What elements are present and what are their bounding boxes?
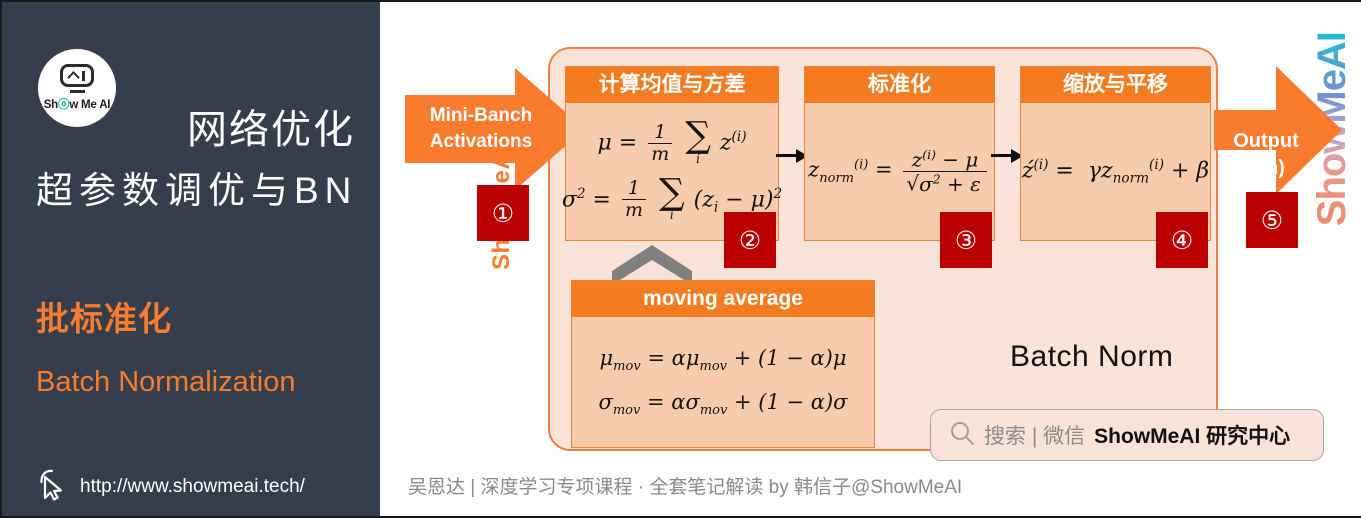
sidebar: Shⓞw Me AI 网络优化 超参数调优与BN 批标准化 Batch Norm… <box>2 2 380 516</box>
sidebar-title-secondary: 超参数调优与BN <box>36 170 358 211</box>
logo-wordmark: Shⓞw Me AI <box>44 96 111 112</box>
search-placeholder-text: 搜索 | 微信 <box>984 425 1086 448</box>
step-box-moving-average: moving average μmov = αμmov + (1 − α)μ σ… <box>571 280 875 448</box>
formula-mean: μ = 1m ∑ i z(i) <box>597 114 747 166</box>
batch-norm-label: Batch Norm <box>1010 340 1174 373</box>
sidebar-topic-chinese: 批标准化 <box>36 300 172 337</box>
step-header-compute-mean-variance: 计算均值与方差 <box>566 67 778 103</box>
output-arrow-label: Output (bn) <box>1220 128 1312 182</box>
robot-eye-chevron-icon <box>67 70 80 84</box>
step-header-normalize: 标准化 <box>805 67 994 103</box>
search-brand-text: ShowMeAI 研究中心 <box>1094 425 1291 448</box>
output-arrow-label-line2: (bn) <box>1247 157 1285 179</box>
output-arrow-label-line1: Output <box>1233 130 1299 152</box>
formula-moving-mean: μmov = αμmov + (1 − α)μ <box>599 345 847 374</box>
robot-mouth-icon <box>69 90 85 93</box>
robot-face-icon <box>60 64 94 87</box>
formula-normalize: znorm(i) = z(i) − μ √σ2 + ε <box>808 148 991 196</box>
formula-moving-sigma: σmov = ασmov + (1 − α)σ <box>598 390 848 419</box>
main-panel: ShowMeAI ShowMeAI Batch Norm Mini-Banch … <box>380 2 1361 516</box>
robot-eye-bar-icon <box>82 70 85 81</box>
step-badge-3: ③ <box>940 212 992 268</box>
step-header-moving-average: moving average <box>572 281 874 317</box>
sidebar-topic-english: Batch Normalization <box>36 366 296 398</box>
arrow-box2-to-box3-icon <box>991 148 1023 163</box>
arrow-box1-to-box2-icon <box>776 148 808 163</box>
step-badge-4: ④ <box>1156 212 1208 268</box>
formula-scale-shift: ź(i) = γznorm(i) + β <box>1021 156 1210 187</box>
logo-wordmark-after: w Me AI <box>69 99 111 111</box>
sidebar-title-primary: 网络优化 <box>187 108 355 152</box>
step-header-scale-shift: 缩放与平移 <box>1021 67 1210 103</box>
step-badge-1: ① <box>477 185 529 241</box>
logo-wordmark-before: Sh <box>43 99 59 111</box>
sidebar-url-row[interactable]: http://www.showmeai.tech/ <box>36 467 305 506</box>
mini-batch-input-arrow: Mini-Banch Activations <box>405 68 585 190</box>
wechat-search-bar[interactable]: 搜索 | 微信 ShowMeAI 研究中心 <box>930 409 1324 461</box>
pointer-cursor-icon <box>36 467 66 506</box>
mini-batch-input-label-line1: Mini-Banch <box>429 105 533 126</box>
step-badge-2: ② <box>724 212 776 268</box>
footer-caption: 吴恩达 | 深度学习专项课程 · 全套笔记解读 by 韩信子@ShowMeAI <box>408 477 963 498</box>
step-badge-5: ⑤ <box>1246 192 1298 248</box>
search-icon <box>949 420 975 451</box>
mini-batch-input-label: Mini-Banch Activations <box>417 103 545 155</box>
logo-wordmark-dot: ⓞ <box>58 99 70 111</box>
sidebar-url-text: http://www.showmeai.tech/ <box>80 475 305 497</box>
output-arrow: Output (bn) <box>1214 66 1342 194</box>
step-body-moving-average: μmov = αμmov + (1 − α)μ σmov = ασmov + (… <box>572 317 874 447</box>
mini-batch-input-label-line2: Activations <box>429 131 533 152</box>
show-me-ai-robot-logo: Shⓞw Me AI <box>38 49 116 127</box>
slide-root: Shⓞw Me AI 网络优化 超参数调优与BN 批标准化 Batch Norm… <box>0 0 1361 518</box>
